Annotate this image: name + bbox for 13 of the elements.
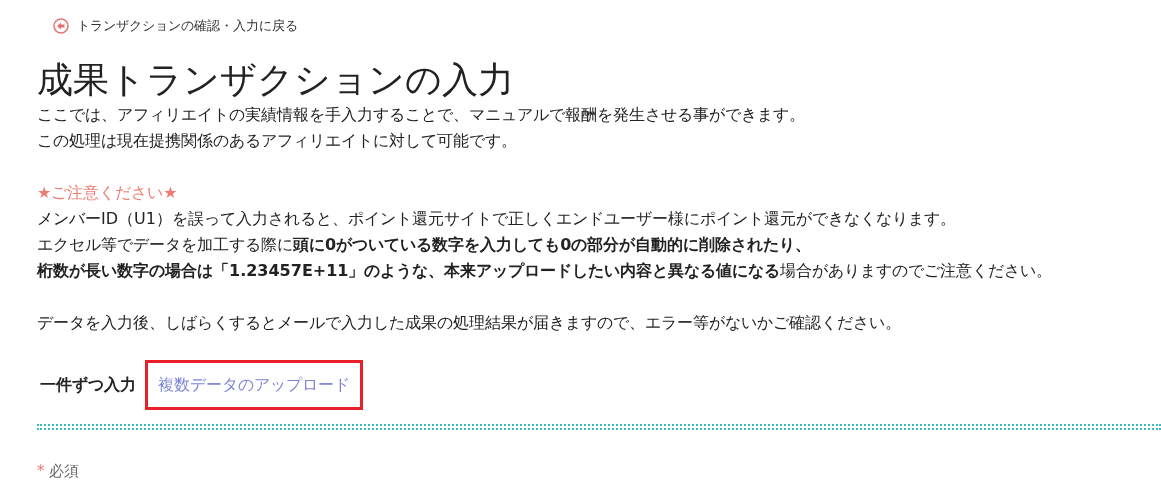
intro-text: ここでは、アフィリエイトの実績情報を手入力することで、マニュアルで報酬を発生させる事ができます。 bbox=[37, 103, 806, 126]
intro-text: この処理は現在提携関係のあるアフィリエイトに対して可能です。 bbox=[37, 129, 518, 152]
tab[interactable]: 複数データのアップロード bbox=[145, 359, 363, 410]
notice-text: メンバーID（U1）を誤って入力されると、ポイント還元サイトで正しくエンドユーザー様にポイント還元ができなくなります。 bbox=[37, 207, 957, 230]
page-title: 成果トランザクションの入力 bbox=[37, 57, 515, 102]
notice-text: 桁数が長い数字の場合は「1.23457E+11」のような、本来アップロードしたい内容と異なる値になる場合がありますのでご注意ください。 bbox=[37, 259, 1054, 282]
required-mark: * bbox=[37, 460, 45, 482]
required-label: 必須 bbox=[48, 460, 79, 482]
notice-text: エクセル等でデータを加工する際に頭に0がついている数字を入力しても0の部分が自動的に削除されたり、 bbox=[37, 233, 813, 256]
tab[interactable]: 一件ずつ入力 bbox=[37, 359, 139, 410]
back-link[interactable]: トランザクションの確認・入力に戻る bbox=[37, 0, 1153, 36]
notice-heading: ★ご注意ください★ bbox=[37, 181, 178, 204]
instruction-text: データを入力後、しばらくするとメールで入力した成果の処理結果が届きますので、エラー等がないかご確認ください。 bbox=[37, 311, 902, 334]
